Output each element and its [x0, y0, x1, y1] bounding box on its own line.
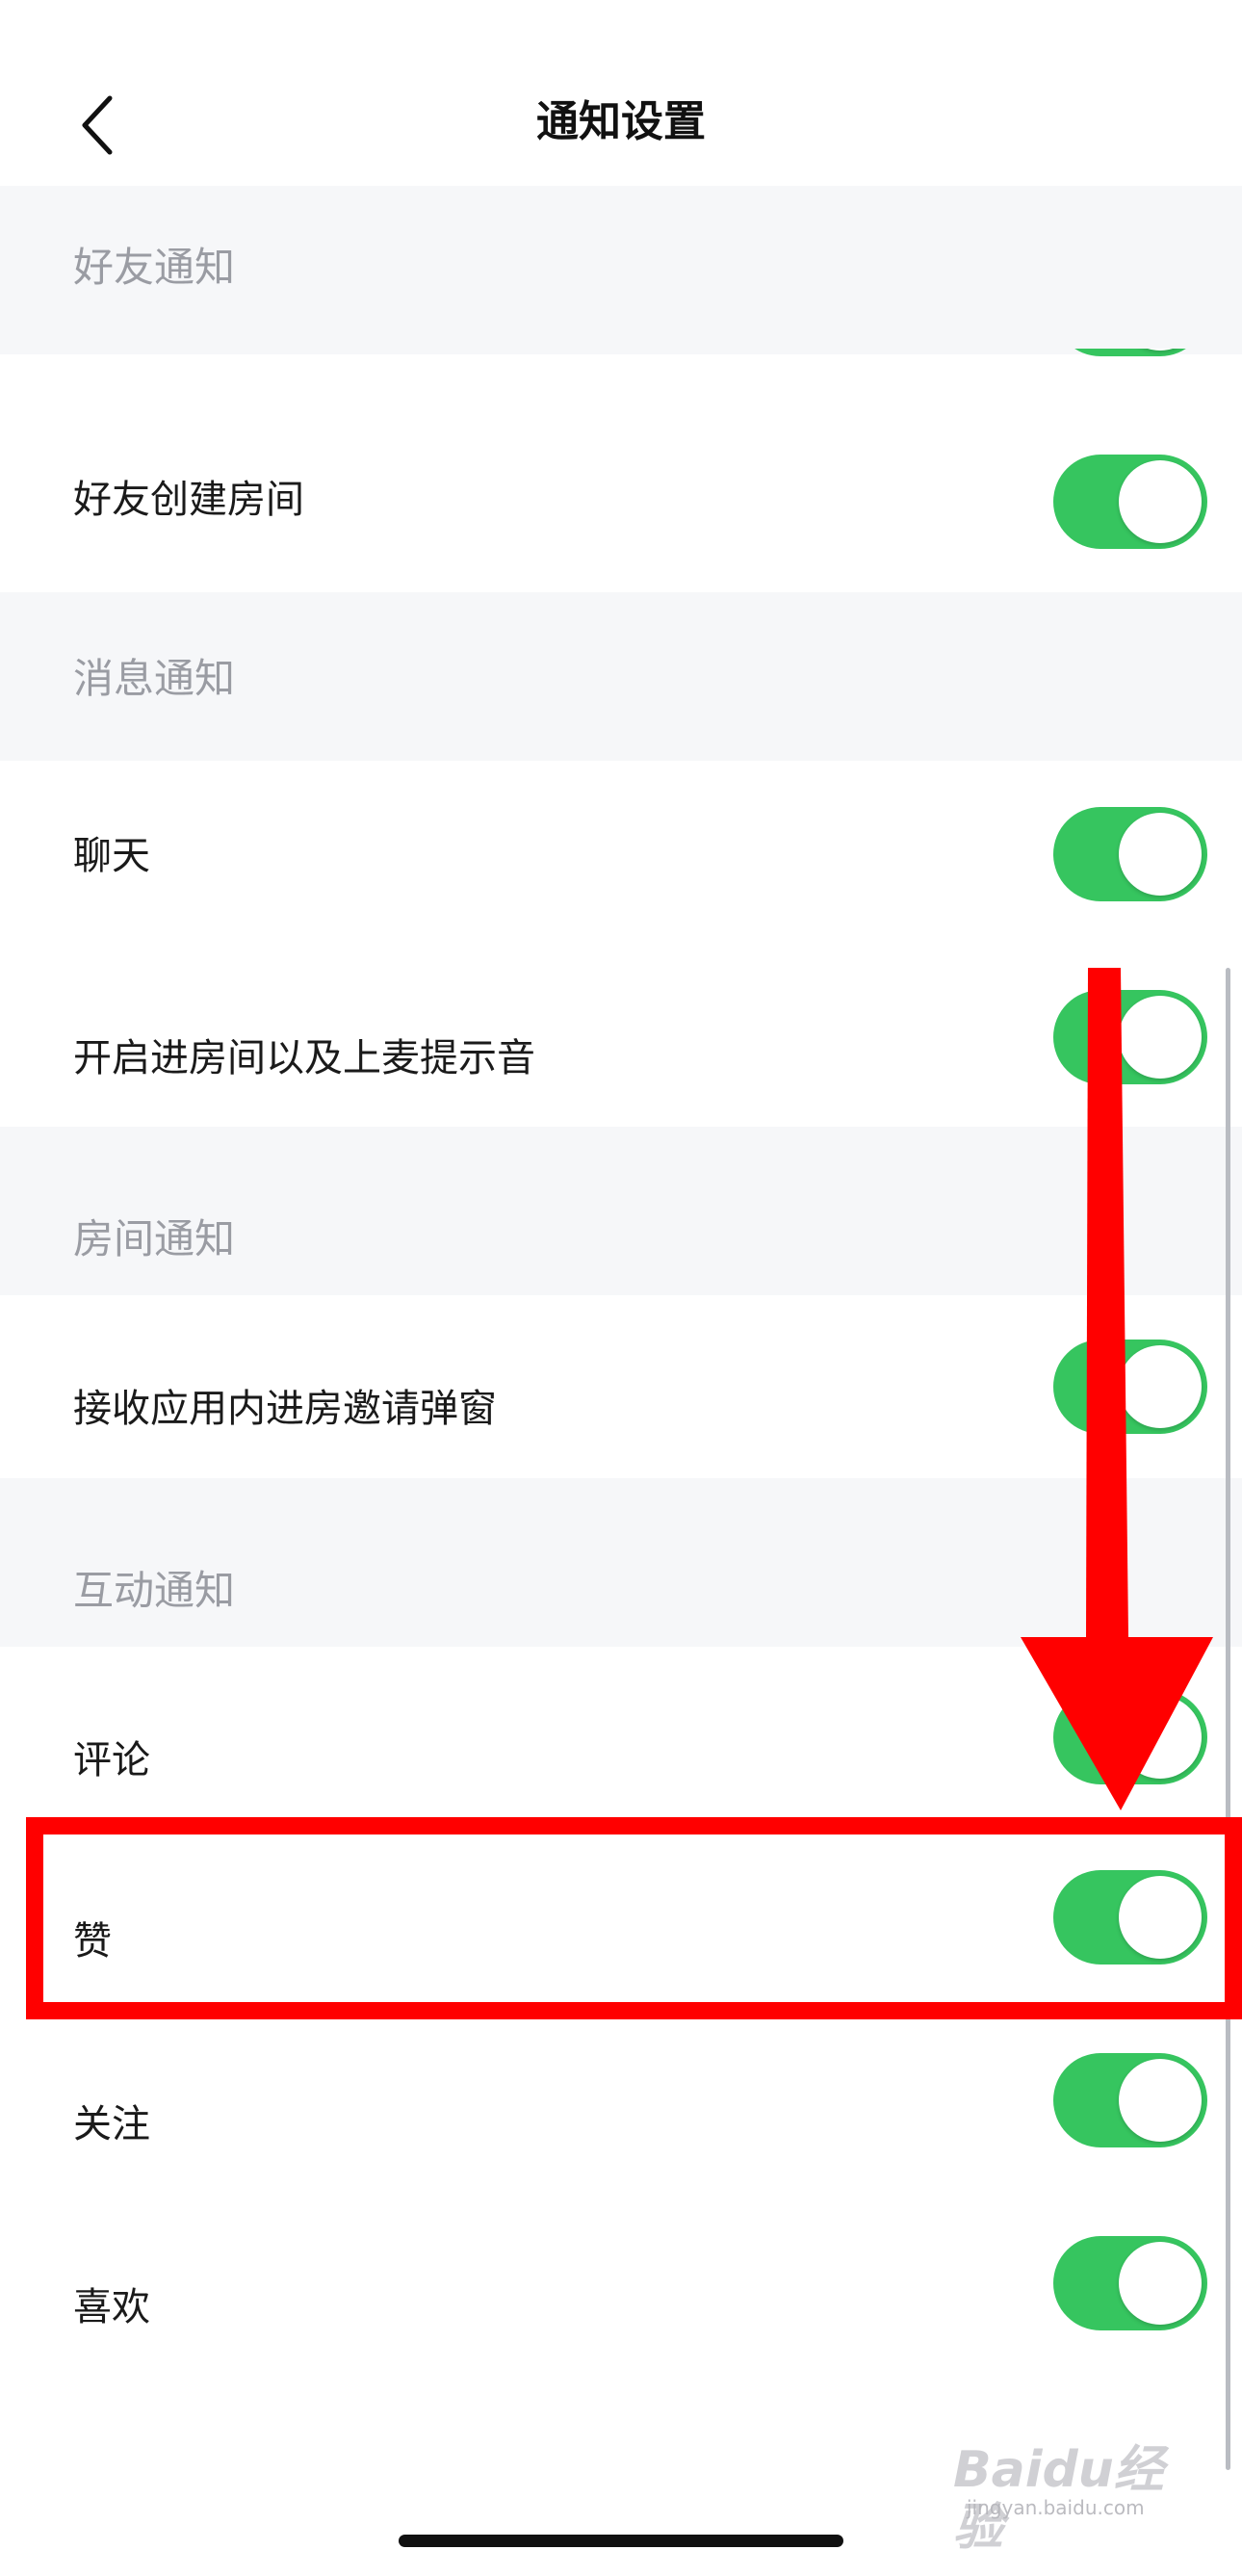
- home-indicator[interactable]: [399, 2535, 843, 2547]
- toggle-switch[interactable]: [1053, 455, 1207, 549]
- list-item-follow: 关注: [0, 2013, 1242, 2196]
- row-label: 关注: [73, 2102, 150, 2147]
- section-label: 房间通知: [73, 1215, 236, 1262]
- section-label: 消息通知: [73, 655, 236, 702]
- row-label: 好友创建房间: [73, 478, 304, 522]
- page-title: 通知设置: [536, 97, 706, 146]
- row-label: 开启进房间以及上麦提示音: [73, 1036, 535, 1080]
- toggle-knob: [1119, 2059, 1202, 2142]
- toggle-switch[interactable]: [1053, 2236, 1207, 2330]
- row-label: 评论: [73, 1738, 150, 1782]
- row-label: 接收应用内进房邀请弹窗: [73, 1387, 497, 1431]
- section-header-messages: 消息通知: [0, 592, 1242, 761]
- watermark-logo: Baidu经验 jingyan.baidu.com: [953, 2441, 1213, 2557]
- row-label: 聊天: [73, 834, 150, 878]
- annotation-arrow-icon: [1021, 968, 1213, 1810]
- list-item-favorite: 喜欢: [0, 2196, 1242, 2379]
- toggle-switch[interactable]: [1053, 807, 1207, 901]
- section-label: 互动通知: [73, 1567, 236, 1614]
- toggle-knob: [1119, 460, 1202, 543]
- annotation-highlight-box: [26, 1817, 1242, 2019]
- watermark-url: jingyan.baidu.com: [967, 2496, 1145, 2519]
- section-header-friends: 好友通知: [0, 186, 1242, 354]
- toggle-knob: [1119, 2242, 1202, 2325]
- list-item-friend-create-room: 好友创建房间: [0, 358, 1242, 592]
- toggle-switch[interactable]: [1053, 2053, 1207, 2147]
- nav-bar: 通知设置: [0, 0, 1242, 186]
- list-item-chat: 聊天: [0, 761, 1242, 944]
- toggle-knob: [1119, 813, 1202, 896]
- row-label: 喜欢: [73, 2285, 150, 2329]
- scrollbar[interactable]: [1226, 968, 1230, 2470]
- section-label: 好友通知: [73, 244, 236, 291]
